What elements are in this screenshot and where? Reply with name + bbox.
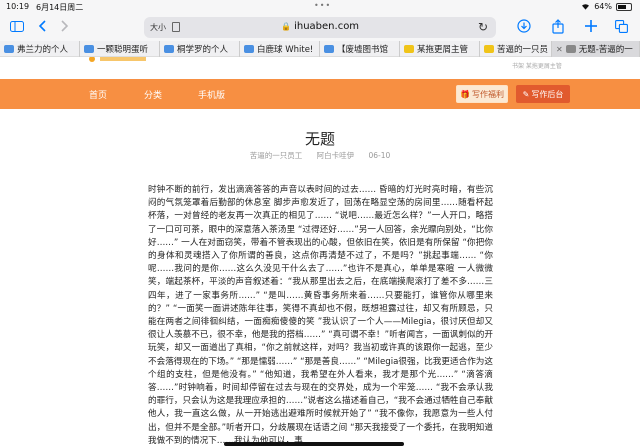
favicon-icon bbox=[244, 45, 254, 53]
url-field[interactable]: 🔒 ihuaben.com bbox=[144, 21, 496, 32]
gift-icon: 🎁 bbox=[460, 89, 470, 99]
forward-icon[interactable] bbox=[56, 17, 74, 35]
article-meta: 苦逼的一只员工 阿白卡哇伊 06-10 bbox=[0, 150, 640, 161]
share-icon[interactable] bbox=[549, 17, 567, 35]
multitasking-dots[interactable]: ••• bbox=[314, 1, 331, 10]
tab-1[interactable]: 弗兰力的个人 bbox=[0, 41, 80, 57]
wifi-icon bbox=[582, 4, 590, 10]
favicon-icon bbox=[164, 45, 174, 53]
reload-icon[interactable]: ↻ bbox=[478, 20, 488, 34]
browser-toolbar: 大小 🔒 ihuaben.com ↻ bbox=[0, 13, 640, 41]
site-header-strip: 书架 某拖更屑主管 bbox=[0, 56, 640, 79]
favicon-icon bbox=[404, 45, 414, 53]
battery-icon bbox=[616, 2, 632, 11]
tab-6[interactable]: 某拖更屑主管 bbox=[400, 41, 480, 57]
site-nav: 首页 分类 手机版 🎁 写作福利 ✎ 写作后台 bbox=[0, 79, 640, 109]
favicon-icon bbox=[4, 45, 14, 53]
site-strip-links[interactable]: 书架 某拖更屑主管 bbox=[512, 61, 562, 70]
publish-date: 06-10 bbox=[368, 151, 391, 160]
favicon-icon bbox=[324, 45, 334, 53]
tab-overview-icon[interactable] bbox=[612, 17, 630, 35]
back-icon[interactable] bbox=[33, 17, 51, 35]
status-right: 64% bbox=[581, 2, 632, 11]
favicon-icon bbox=[565, 45, 576, 53]
home-indicator[interactable] bbox=[224, 442, 404, 446]
battery-percent: 64% bbox=[594, 2, 612, 11]
new-tab-icon[interactable] bbox=[582, 17, 600, 35]
author-link[interactable]: 苦逼的一只员工 bbox=[250, 151, 303, 160]
status-time: 10:19 bbox=[6, 2, 30, 11]
write-backend-button[interactable]: ✎ 写作后台 bbox=[516, 85, 570, 103]
site-logo[interactable] bbox=[88, 56, 148, 67]
favicon-icon bbox=[84, 45, 94, 53]
status-date: 6月14日周二 bbox=[36, 3, 84, 12]
article-title: 无题 bbox=[304, 130, 335, 148]
tab-3[interactable]: 桐学罗的个人 bbox=[160, 41, 240, 57]
download-icon[interactable] bbox=[515, 17, 533, 35]
tab-5[interactable]: 【废墟图书馆 bbox=[320, 41, 400, 57]
article-body: 时钟不断的前行，发出滴滴答答的声音以表时间的过去…… 昏暗的灯光时亮时暗，有些沉… bbox=[148, 185, 493, 446]
tab-active[interactable]: ✕ 无题-苦逼的一 bbox=[552, 41, 640, 57]
status-bar: 10:19 6月14日周二 ••• 64% bbox=[0, 0, 640, 13]
pen-icon: ✎ bbox=[522, 89, 530, 99]
sidebar-icon[interactable] bbox=[8, 17, 26, 35]
tab-bar: 弗兰力的个人 一颗聪明蛋听 桐学罗的个人 白鹿球 White! 【废墟图书馆 某… bbox=[0, 41, 640, 57]
write-welfare-button[interactable]: 🎁 写作福利 bbox=[456, 85, 508, 103]
nav-home[interactable]: 首页 bbox=[89, 88, 107, 101]
close-tab-icon[interactable]: ✕ bbox=[556, 45, 563, 54]
lock-icon: 🔒 bbox=[280, 22, 291, 31]
favicon-icon bbox=[484, 45, 494, 53]
address-bar[interactable]: 大小 🔒 ihuaben.com ↻ bbox=[144, 17, 496, 38]
nav-mobile[interactable]: 手机版 bbox=[198, 88, 225, 101]
tab-2[interactable]: 一颗聪明蛋听 bbox=[80, 41, 160, 57]
tab-7[interactable]: 苦逼的一只员 bbox=[480, 41, 552, 57]
nav-category[interactable]: 分类 bbox=[144, 88, 162, 101]
tab-4[interactable]: 白鹿球 White! bbox=[240, 41, 320, 57]
co-author-link[interactable]: 阿白卡哇伊 bbox=[317, 151, 355, 160]
